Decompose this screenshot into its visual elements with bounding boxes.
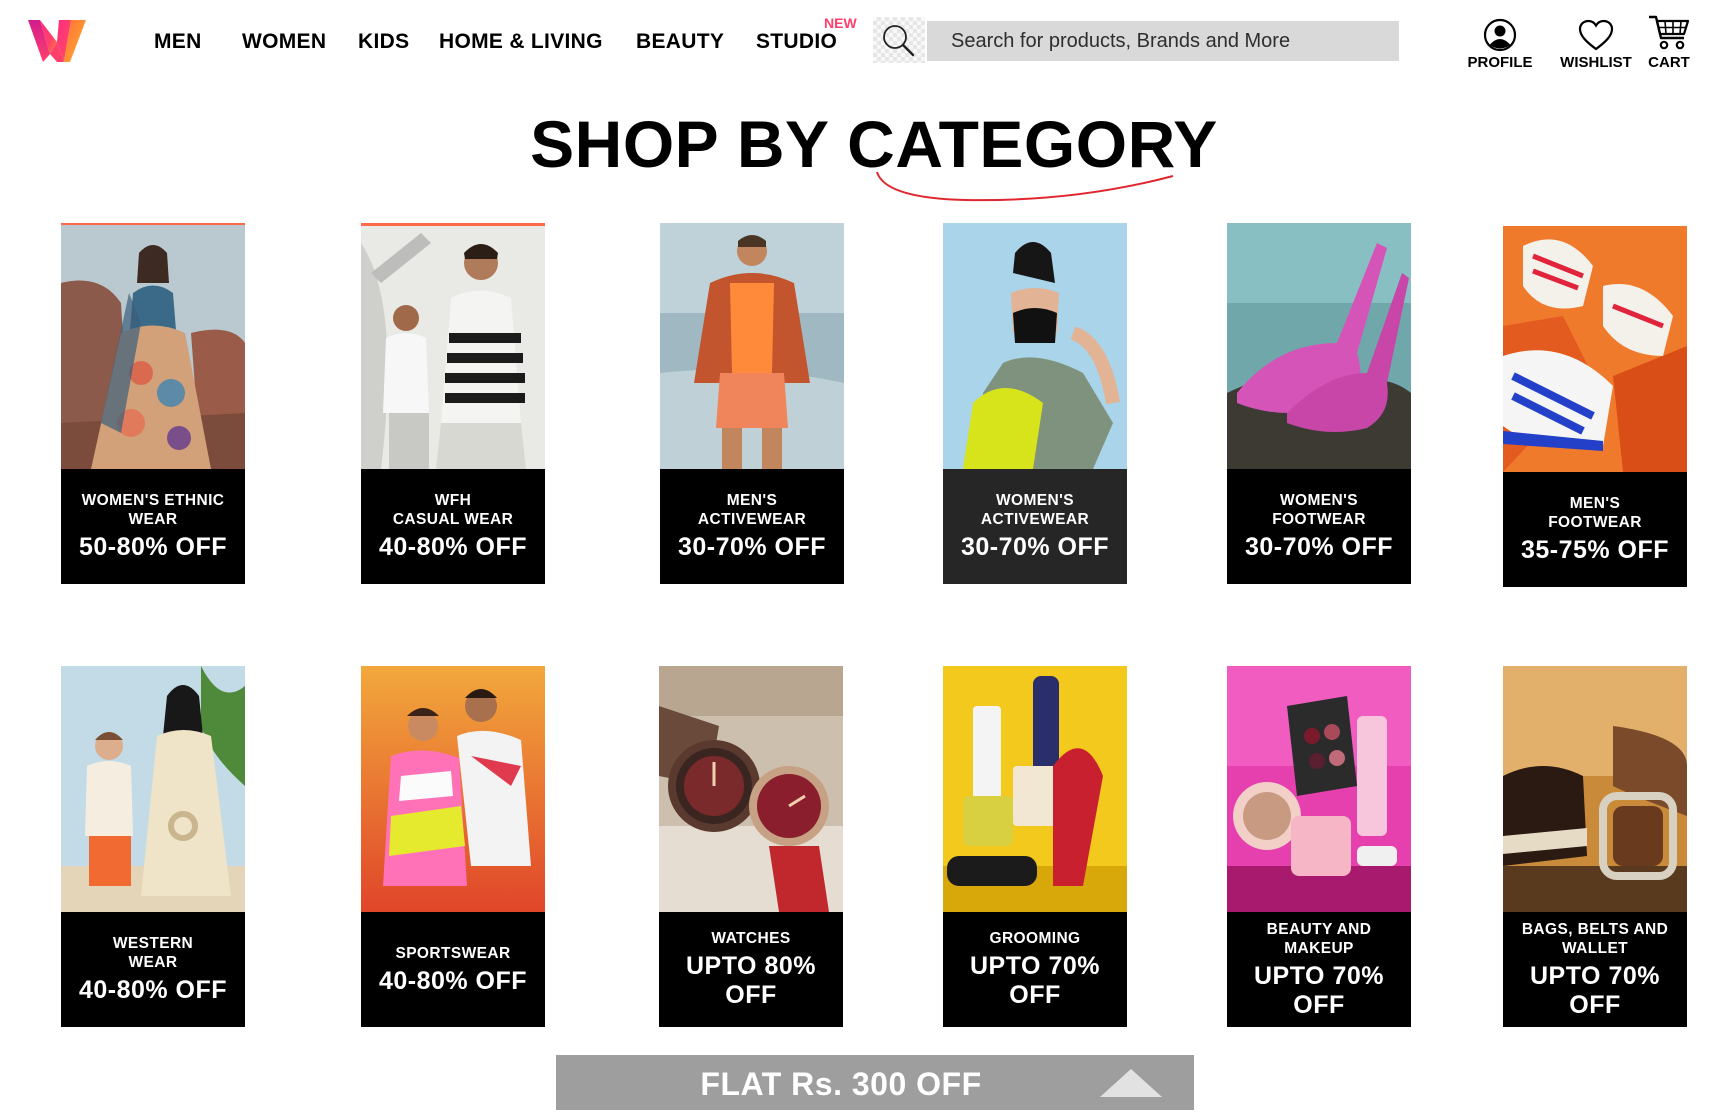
top-header: MEN WOMEN KIDS HOME & LIVING BEAUTY STUD… bbox=[0, 0, 1728, 80]
wishlist-button[interactable]: WISHLIST bbox=[1551, 18, 1641, 71]
mens-activewear-image bbox=[660, 223, 844, 469]
nav-women[interactable]: WOMEN bbox=[242, 30, 326, 54]
category-name: WOMEN'S FOOTWEAR bbox=[1272, 492, 1366, 528]
category-card-wfh-casual[interactable]: WFH CASUAL WEAR 40-80% OFF bbox=[361, 223, 545, 584]
category-label: WATCHES UPTO 80% OFF bbox=[659, 912, 843, 1027]
flat-offer-bar[interactable]: FLAT Rs. 300 OFF bbox=[556, 1055, 1194, 1110]
category-label: BAGS, BELTS AND WALLET UPTO 70% OFF bbox=[1503, 912, 1687, 1027]
bags-belts-wallet-image bbox=[1503, 666, 1687, 912]
category-label: MEN'S ACTIVEWEAR 30-70% OFF bbox=[660, 469, 844, 584]
watches-image bbox=[659, 666, 843, 912]
wfh-casual-image bbox=[361, 223, 545, 469]
category-card-sportswear[interactable]: SPORTSWEAR 40-80% OFF bbox=[361, 666, 545, 1027]
new-badge: NEW bbox=[824, 15, 857, 31]
category-card-beauty-makeup[interactable]: BEAUTY AND MAKEUP UPTO 70% OFF bbox=[1227, 666, 1411, 1027]
nav-home-living[interactable]: HOME & LIVING bbox=[439, 30, 603, 54]
category-offer: 35-75% OFF bbox=[1520, 536, 1670, 564]
category-offer: 30-70% OFF bbox=[677, 533, 827, 561]
nav-beauty[interactable]: BEAUTY bbox=[636, 30, 724, 54]
grooming-image bbox=[943, 666, 1127, 912]
cart-icon bbox=[1649, 15, 1690, 50]
category-offer: UPTO 70% OFF bbox=[970, 952, 1100, 1009]
category-label: GROOMING UPTO 70% OFF bbox=[943, 912, 1127, 1027]
category-label: SPORTSWEAR 40-80% OFF bbox=[361, 912, 545, 1027]
category-label: WESTERN WEAR 40-80% OFF bbox=[61, 912, 245, 1027]
womens-activewear-image bbox=[943, 223, 1127, 469]
category-card-mens-footwear[interactable]: MEN'S FOOTWEAR 35-75% OFF bbox=[1503, 226, 1687, 587]
nav-men[interactable]: MEN bbox=[154, 30, 202, 54]
myntra-logo[interactable] bbox=[26, 16, 88, 64]
category-name: WFH CASUAL WEAR bbox=[392, 492, 514, 528]
category-label: WFH CASUAL WEAR 40-80% OFF bbox=[361, 469, 545, 584]
category-card-mens-activewear[interactable]: MEN'S ACTIVEWEAR 30-70% OFF bbox=[660, 223, 844, 584]
nav-kids[interactable]: KIDS bbox=[358, 30, 409, 54]
sportswear-image bbox=[361, 666, 545, 912]
nav-studio[interactable]: STUDIO bbox=[756, 30, 837, 54]
category-name: WOMEN'S ETHNIC WEAR bbox=[81, 492, 225, 528]
category-label: MEN'S FOOTWEAR 35-75% OFF bbox=[1503, 472, 1687, 587]
category-offer: 50-80% OFF bbox=[78, 533, 228, 561]
category-name: WESTERN WEAR bbox=[112, 935, 194, 971]
category-card-womens-ethnic[interactable]: WOMEN'S ETHNIC WEAR 50-80% OFF bbox=[61, 223, 245, 584]
category-name: WOMEN'S ACTIVEWEAR bbox=[980, 492, 1090, 528]
category-name: GROOMING bbox=[989, 930, 1081, 947]
category-name: MEN'S ACTIVEWEAR bbox=[697, 492, 807, 528]
category-offer: UPTO 70% OFF bbox=[1530, 961, 1660, 1019]
category-name: SPORTSWEAR bbox=[395, 944, 511, 962]
category-offer: UPTO 70% OFF bbox=[1254, 961, 1384, 1019]
category-card-grooming[interactable]: GROOMING UPTO 70% OFF bbox=[943, 666, 1127, 1027]
womens-ethnic-image bbox=[61, 223, 245, 469]
category-label: BEAUTY AND MAKEUP UPTO 70% OFF bbox=[1227, 912, 1411, 1027]
category-label: WOMEN'S ACTIVEWEAR 30-70% OFF bbox=[943, 469, 1127, 584]
cart-label: CART bbox=[1648, 54, 1690, 71]
heart-icon bbox=[1578, 19, 1614, 51]
profile-button[interactable]: PROFILE bbox=[1462, 18, 1538, 71]
category-offer: 40-80% OFF bbox=[378, 966, 528, 995]
category-name: BAGS, BELTS AND WALLET bbox=[1521, 920, 1669, 957]
category-offer: 30-70% OFF bbox=[960, 533, 1110, 561]
beauty-makeup-image bbox=[1227, 666, 1411, 912]
womens-footwear-image bbox=[1227, 223, 1411, 469]
search-icon bbox=[883, 25, 915, 57]
category-card-womens-activewear[interactable]: WOMEN'S ACTIVEWEAR 30-70% OFF bbox=[943, 223, 1127, 584]
category-offer: 30-70% OFF bbox=[1244, 533, 1394, 561]
category-card-bags-belts-wallet[interactable]: BAGS, BELTS AND WALLET UPTO 70% OFF bbox=[1503, 666, 1687, 1027]
category-card-womens-footwear[interactable]: WOMEN'S FOOTWEAR 30-70% OFF bbox=[1227, 223, 1411, 584]
triangle-up-icon[interactable] bbox=[1098, 1067, 1164, 1099]
category-name: WATCHES bbox=[711, 930, 791, 947]
western-wear-image bbox=[61, 666, 245, 912]
category-card-western-wear[interactable]: WESTERN WEAR 40-80% OFF bbox=[61, 666, 245, 1027]
title-underline bbox=[876, 171, 1174, 202]
search-button[interactable] bbox=[873, 17, 925, 63]
category-offer: UPTO 80% OFF bbox=[686, 952, 816, 1009]
category-offer: 40-80% OFF bbox=[78, 976, 228, 1004]
category-name: BEAUTY AND MAKEUP bbox=[1266, 920, 1372, 957]
profile-icon bbox=[1483, 18, 1517, 52]
cart-button[interactable]: CART bbox=[1640, 12, 1698, 71]
profile-label: PROFILE bbox=[1467, 54, 1533, 71]
wishlist-label: WISHLIST bbox=[1560, 54, 1632, 71]
category-name: MEN'S FOOTWEAR bbox=[1548, 495, 1642, 531]
category-label: WOMEN'S ETHNIC WEAR 50-80% OFF bbox=[61, 469, 245, 584]
search-input[interactable] bbox=[927, 21, 1399, 61]
category-offer: 40-80% OFF bbox=[378, 533, 528, 561]
mens-footwear-image bbox=[1503, 226, 1687, 472]
flat-offer-text: FLAT Rs. 300 OFF bbox=[700, 1066, 982, 1102]
category-card-watches[interactable]: WATCHES UPTO 80% OFF bbox=[659, 666, 843, 1027]
category-label: WOMEN'S FOOTWEAR 30-70% OFF bbox=[1227, 469, 1411, 584]
page-title: SHOP BY CATEGORY bbox=[530, 107, 1218, 181]
